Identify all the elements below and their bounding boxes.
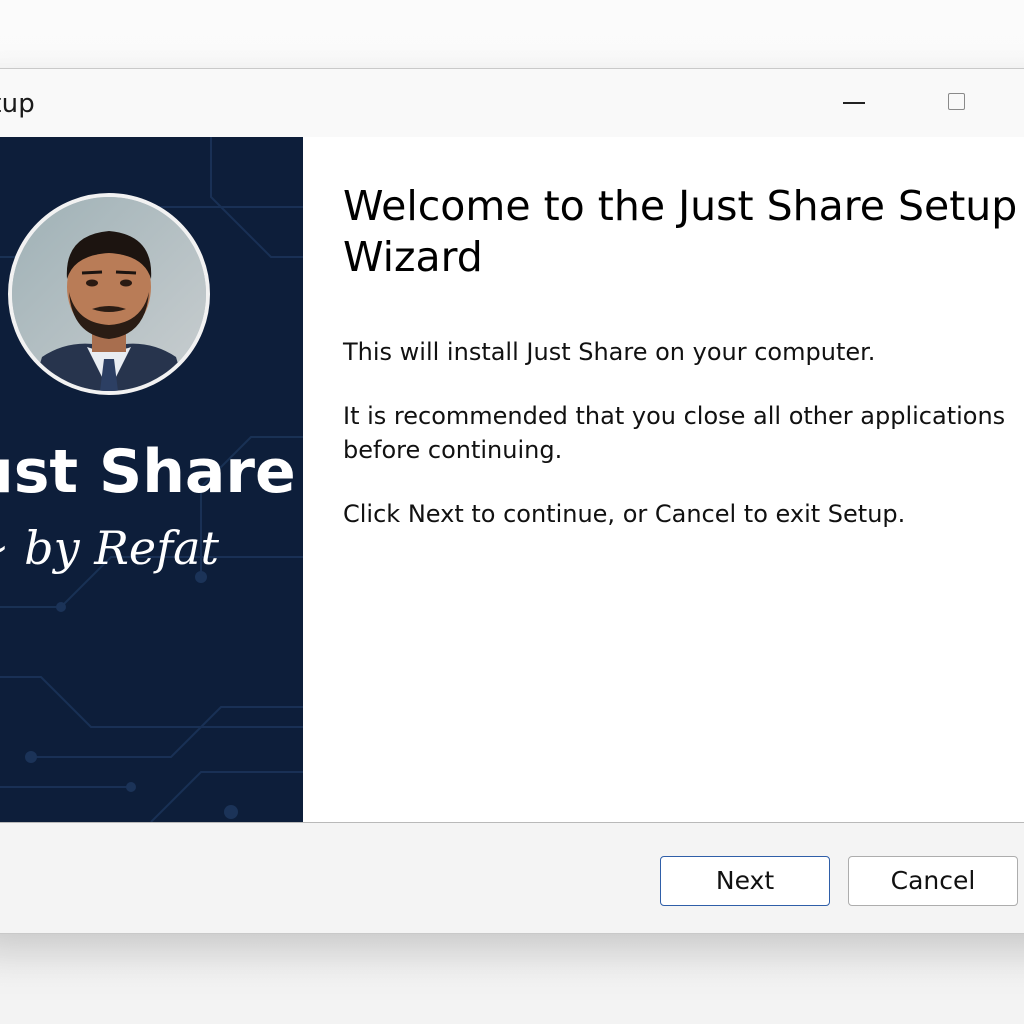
setup-window: etup: [0, 68, 1024, 934]
maximize-button[interactable]: [933, 83, 979, 123]
developer-avatar: [8, 193, 210, 395]
wizard-content: Welcome to the Just Share Setup Wizard T…: [303, 137, 1024, 822]
author-byline: ~ by Refat: [0, 521, 220, 575]
maximize-icon: [948, 93, 965, 110]
wizard-footer: Next Cancel: [0, 823, 1024, 933]
desktop-background: etup: [0, 0, 1024, 1024]
minimize-button[interactable]: [831, 83, 877, 123]
minimize-icon: [843, 102, 865, 104]
window-title: etup: [0, 89, 35, 119]
app-name: ust Share: [0, 437, 296, 507]
install-info-text: This will install Just Share on your com…: [343, 338, 876, 366]
close-apps-text: It is recommended that you close all oth…: [343, 402, 1006, 464]
cancel-button[interactable]: Cancel: [848, 856, 1018, 906]
next-button[interactable]: Next: [660, 856, 830, 906]
portrait-image: [12, 197, 206, 391]
wizard-banner: ust Share ~ by Refat: [0, 137, 303, 822]
welcome-heading: Welcome to the Just Share Setup Wizard: [343, 182, 1018, 281]
title-bar[interactable]: etup: [0, 69, 1024, 137]
continue-instruction-text: Click Next to continue, or Cancel to exi…: [343, 500, 906, 528]
